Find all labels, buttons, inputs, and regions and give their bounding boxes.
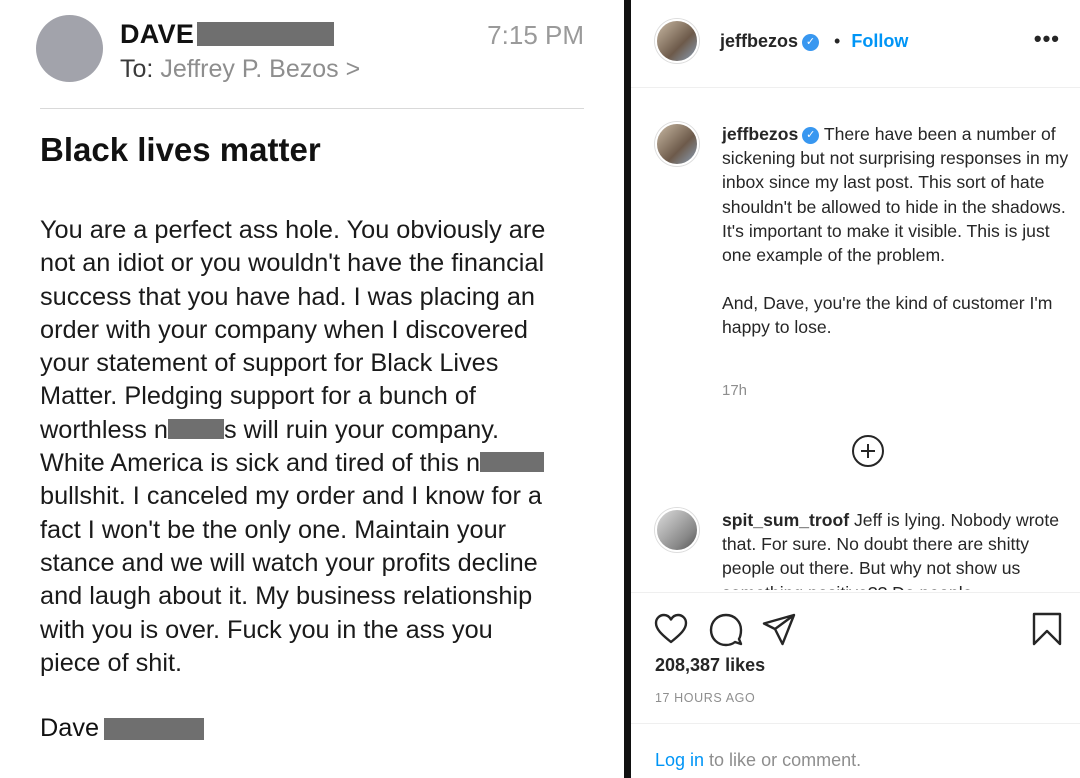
email-signoff: Dave (40, 714, 205, 743)
post-caption: jeffbezos ✓ There have been a number of s… (722, 122, 1072, 340)
email-body: You are a perfect ass hole. You obviousl… (40, 214, 600, 680)
body-line: Matter. Pledging support for a bunch of (40, 382, 476, 411)
login-prompt-text: to like or comment. (704, 750, 862, 770)
email-panel: DAVE 7:15 PM To: Jeffrey P. Bezos > Blac… (0, 0, 624, 778)
login-link[interactable]: Log in (655, 750, 704, 770)
body-line: You are a perfect ass hole. You obviousl… (40, 216, 546, 244)
caption-username[interactable]: jeffbezos (722, 124, 798, 144)
body-line: fact I won't be the only one. Maintain y… (40, 515, 507, 544)
login-prompt: Log in to like or comment. (655, 750, 861, 771)
caption-text-2: And, Dave, you're the kind of customer I… (722, 293, 1053, 338)
redaction-bar (167, 419, 224, 440)
follow-area: • Follow (834, 31, 908, 52)
comment: spit_sum_troof Jeff is lying. Nobody wro… (722, 508, 1072, 590)
recipient-row[interactable]: To: Jeffrey P. Bezos > (120, 55, 360, 84)
body-line: success that you have had. I was placing… (40, 282, 535, 311)
heart-icon[interactable] (653, 611, 689, 647)
share-icon[interactable] (761, 611, 797, 647)
body-line: White America is sick and tired of this … (40, 447, 600, 480)
body-line: piece of shit. (40, 648, 183, 677)
panel-separator (624, 0, 631, 778)
comment-username[interactable]: spit_sum_troof (722, 510, 849, 530)
body-text: s will ruin your company. (223, 415, 500, 444)
body-line: stance and we will watch your profits de… (40, 548, 538, 577)
sender-avatar (36, 15, 103, 82)
verified-badge-icon: ✓ (802, 126, 820, 144)
body-line: bullshit. I canceled my order and I know… (40, 482, 542, 511)
body-text: White America is sick and tired of this … (40, 449, 481, 478)
verified-badge-icon: ✓ (802, 33, 820, 51)
load-more-comments-icon[interactable] (852, 435, 884, 467)
comment-icon[interactable] (708, 611, 744, 647)
post-timestamp: 17 HOURS AGO (655, 691, 756, 705)
login-bar: Log in to like or comment. (631, 723, 1080, 778)
separator-dot: • (834, 31, 841, 51)
likes-count[interactable]: 208,387 likes (655, 655, 765, 676)
post-header: jeffbezos ✓ • Follow ••• (631, 0, 1080, 88)
signoff-name: Dave (40, 714, 100, 742)
profile-avatar[interactable] (655, 19, 699, 63)
username-text: jeffbezos (720, 31, 799, 51)
body-line: order with your company when I discovere… (40, 315, 528, 344)
body-line: and laugh about it. My business relation… (40, 582, 533, 611)
body-line: not an idiot or you wouldn't have the fi… (40, 249, 545, 278)
email-time: 7:15 PM (487, 20, 584, 50)
sender-name: DAVE (120, 18, 195, 49)
redaction-bar (104, 717, 205, 740)
body-line: worthless n s will ruin your company. (40, 414, 600, 447)
email-subject: Black lives matter (40, 131, 321, 168)
caption-time: 17h (722, 382, 748, 399)
redaction-bar (480, 452, 545, 473)
caption-avatar[interactable] (655, 122, 699, 166)
recipient-name: Jeffrey P. Bezos (160, 55, 339, 83)
sender-row: DAVE (120, 18, 335, 50)
follow-button[interactable]: Follow (851, 31, 908, 51)
body-text: worthless n (40, 415, 168, 444)
to-label: To: (120, 55, 154, 83)
post-actions: 208,387 likes 17 HOURS AGO Log in to lik… (631, 592, 1080, 778)
header-divider (40, 108, 584, 109)
chevron-right-icon: > (345, 55, 361, 83)
post-username[interactable]: jeffbezos ✓ (720, 31, 820, 52)
caption-text: There have been a number of sickening bu… (722, 124, 1069, 266)
redaction-bar (197, 22, 335, 46)
more-options-icon[interactable]: ••• (1034, 26, 1060, 52)
body-line: with you is over. Fuck you in the ass yo… (40, 615, 493, 644)
body-line: your statement of support for Black Live… (40, 349, 499, 378)
bookmark-icon[interactable] (1029, 611, 1065, 647)
commenter-avatar[interactable] (655, 508, 699, 552)
instagram-post: jeffbezos ✓ • Follow ••• jeffbezos ✓ There… (631, 0, 1080, 778)
